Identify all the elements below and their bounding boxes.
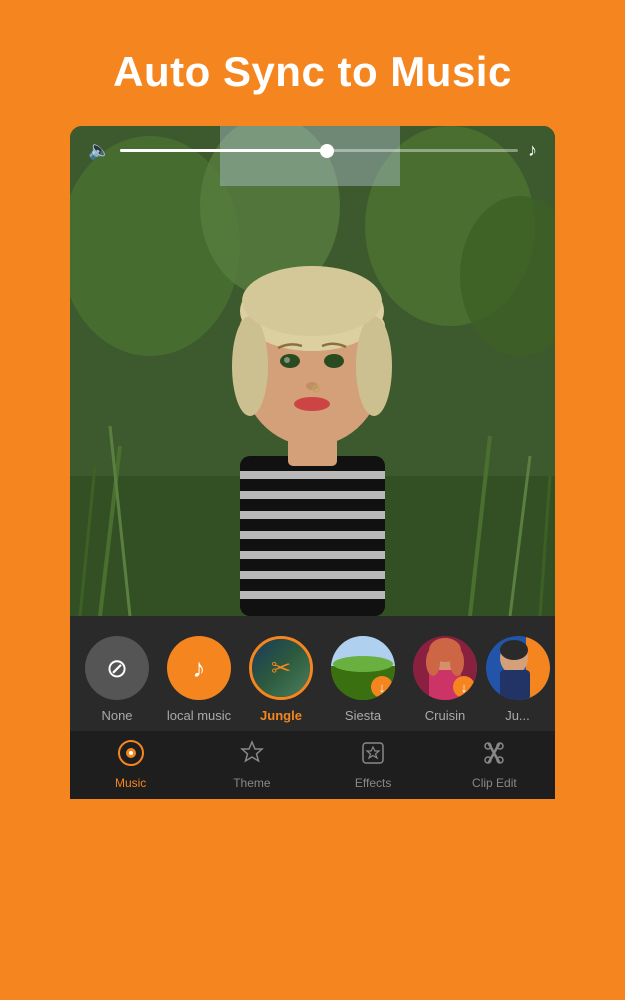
ju-circle (486, 636, 550, 700)
effects-nav-label: Effects (355, 776, 391, 790)
jungle-label: Jungle (260, 708, 302, 723)
progress-fill (120, 149, 327, 152)
none-label: None (101, 708, 132, 723)
ju-thumbnail (486, 636, 550, 700)
none-circle: ⊘ (85, 636, 149, 700)
music-panel: ⊘ None ♪ local music ✂ Jungle (70, 616, 555, 731)
ju-label: Ju... (505, 708, 530, 723)
jungle-thumbnail: ✂ (252, 639, 310, 697)
nav-theme[interactable]: Theme (191, 731, 312, 799)
siesta-circle: ↓ (331, 636, 395, 700)
music-item-ju[interactable]: Ju... (490, 636, 545, 723)
music-nav-icon (118, 740, 144, 772)
clip-edit-nav-icon (481, 740, 507, 772)
local-circle: ♪ (167, 636, 231, 700)
music-item-none[interactable]: ⊘ None (80, 636, 154, 723)
local-label: local music (167, 708, 231, 723)
header: Auto Sync to Music (0, 0, 625, 126)
video-frame: 🔈 ♪ (70, 126, 555, 616)
music-item-local[interactable]: ♪ local music (162, 636, 236, 723)
progress-dot (320, 144, 334, 158)
music-item-siesta[interactable]: ↓ Siesta (326, 636, 400, 723)
jungle-circle: ✂ (249, 636, 313, 700)
nav-effects[interactable]: Effects (313, 731, 434, 799)
music-options-list: ⊘ None ♪ local music ✂ Jungle (70, 616, 555, 731)
nav-clip-edit[interactable]: Clip Edit (434, 731, 555, 799)
none-icon: ⊘ (106, 653, 128, 684)
page-title: Auto Sync to Music (40, 48, 585, 96)
bottom-nav: Music Theme Effects (70, 731, 555, 799)
volume-icon: 🔈 (88, 140, 110, 161)
jungle-scissors-icon: ✂ (271, 654, 291, 683)
clip-edit-nav-label: Clip Edit (472, 776, 517, 790)
cruisin-circle: ↓ (413, 636, 477, 700)
siesta-download-icon: ↓ (371, 676, 393, 698)
cruisin-download-icon: ↓ (453, 676, 475, 698)
theme-nav-icon (239, 740, 265, 772)
theme-nav-label: Theme (233, 776, 270, 790)
progress-track[interactable] (120, 149, 518, 152)
siesta-label: Siesta (345, 708, 381, 723)
cruisin-label: Cruisin (425, 708, 465, 723)
music-nav-label: Music (115, 776, 146, 790)
music-item-cruisin[interactable]: ↓ Cruisin (408, 636, 482, 723)
local-music-icon: ♪ (193, 653, 206, 684)
music-note-icon: ♪ (528, 140, 537, 161)
photo-area (70, 126, 555, 616)
ju-svg (486, 636, 550, 700)
nav-music[interactable]: Music (70, 731, 191, 799)
media-bar: 🔈 ♪ (70, 126, 555, 175)
effects-nav-icon (360, 740, 386, 772)
music-item-jungle[interactable]: ✂ Jungle (244, 636, 318, 723)
